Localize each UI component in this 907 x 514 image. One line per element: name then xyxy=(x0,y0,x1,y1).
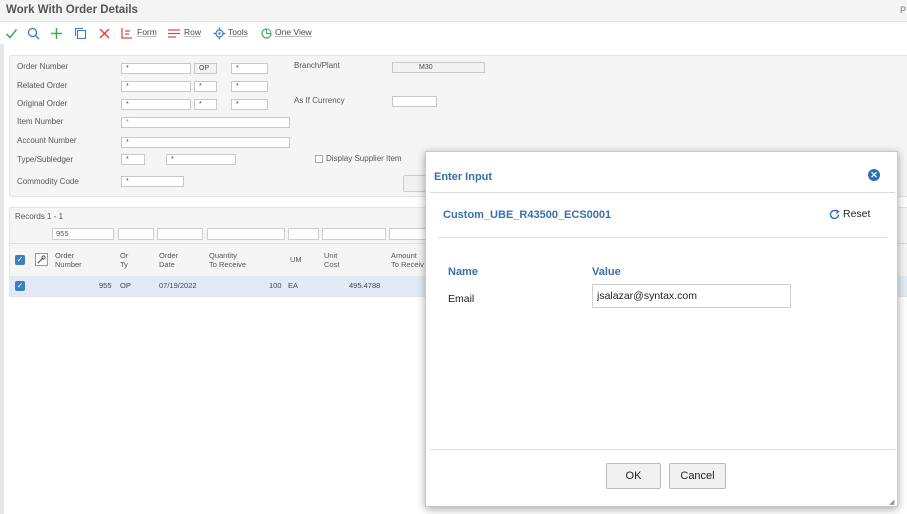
order-type-field[interactable]: OP xyxy=(194,63,217,74)
order-number-label: Order Number xyxy=(17,62,69,71)
related-type-field[interactable]: * xyxy=(194,81,217,92)
commodity-code-label: Commodity Code xyxy=(17,177,79,186)
column-header-order-date[interactable]: Order Date xyxy=(159,251,178,269)
qbe-order-date[interactable] xyxy=(157,228,203,240)
cell-order-number: 955 xyxy=(99,281,112,290)
qbe-quantity[interactable] xyxy=(207,228,285,240)
close-icon[interactable] xyxy=(96,25,112,41)
column-header-or-ty[interactable]: Or Ty xyxy=(120,251,128,269)
section-divider xyxy=(438,237,887,238)
account-number-field[interactable]: * xyxy=(121,137,290,148)
display-supplier-item-label: Display Supplier Item xyxy=(326,154,402,163)
cell-um: EA xyxy=(288,281,299,290)
column-header-amount[interactable]: Amount To Receiv xyxy=(391,251,424,269)
as-if-currency-label: As If Currency xyxy=(294,96,345,105)
column-header-um[interactable]: UM xyxy=(290,255,302,264)
refresh-icon xyxy=(829,208,840,219)
qbe-order-number[interactable]: 955 xyxy=(52,228,114,240)
original-type-field[interactable]: * xyxy=(194,99,217,110)
toolbar: Form Row Tools One View xyxy=(0,22,907,44)
form-menu-icon[interactable] xyxy=(119,25,135,41)
value-column-header: Value xyxy=(592,266,621,278)
branch-plant-label: Branch/Plant xyxy=(294,61,340,70)
resize-grip-icon[interactable]: ◢ xyxy=(889,498,894,506)
cell-unit-cost: 495.4788 xyxy=(349,281,381,290)
one-view-menu[interactable]: One View xyxy=(275,27,312,37)
qbe-amount[interactable] xyxy=(389,228,429,240)
related-order-label: Related Order xyxy=(17,81,68,90)
branch-plant-field[interactable]: M30 xyxy=(392,62,485,73)
one-view-icon[interactable] xyxy=(258,25,274,41)
title-bar-edge-text: P xyxy=(900,5,907,15)
form-menu[interactable]: Form xyxy=(137,27,157,37)
column-header-quantity[interactable]: Quantity To Receive xyxy=(209,251,246,269)
type-subledger-label: Type/Subledger xyxy=(17,155,74,164)
column-header-order-number[interactable]: Order Number xyxy=(55,251,82,269)
ok-button[interactable]: OK xyxy=(606,463,661,489)
dialog-divider xyxy=(430,192,895,193)
qbe-unit-cost[interactable] xyxy=(322,228,386,240)
enter-input-dialog: Enter Input ✕ Custom_UBE_R43500_ECS0001 … xyxy=(425,151,898,507)
row-checkbox[interactable]: ✓ xyxy=(15,281,25,291)
cell-order-date: 07/19/2022 xyxy=(159,281,197,290)
cancel-button[interactable]: Cancel xyxy=(669,463,726,489)
ube-name: Custom_UBE_R43500_ECS0001 xyxy=(443,209,612,221)
original-order-label: Original Order xyxy=(17,99,68,108)
tools-menu[interactable]: Tools xyxy=(228,27,248,37)
cell-quantity: 100 xyxy=(269,281,282,290)
records-count: Records 1 - 1 xyxy=(15,212,64,221)
wrench-icon[interactable] xyxy=(35,253,48,266)
original-company-field[interactable]: * xyxy=(231,99,268,110)
as-if-currency-field[interactable] xyxy=(392,96,437,107)
checkmark-icon[interactable] xyxy=(3,25,19,41)
left-edge-strip xyxy=(0,44,4,514)
email-field[interactable] xyxy=(592,284,791,308)
row-menu[interactable]: Row xyxy=(184,27,201,37)
item-number-field[interactable]: * xyxy=(121,117,290,128)
dialog-title: Enter Input xyxy=(434,171,493,183)
name-column-header: Name xyxy=(448,266,478,278)
qbe-um[interactable] xyxy=(288,228,319,240)
qbe-or-ty[interactable] xyxy=(118,228,154,240)
title-bar: Work With Order Details P xyxy=(0,0,907,22)
subledger-field[interactable]: * xyxy=(166,154,236,165)
related-company-field[interactable]: * xyxy=(231,81,268,92)
close-icon[interactable]: ✕ xyxy=(868,169,880,181)
account-number-label: Account Number xyxy=(17,136,77,145)
type-field[interactable]: * xyxy=(121,154,145,165)
related-order-field[interactable]: * xyxy=(121,81,191,92)
footer-divider xyxy=(430,449,895,450)
display-supplier-item-checkbox[interactable] xyxy=(315,155,323,163)
search-icon[interactable] xyxy=(25,25,41,41)
item-number-label: Item Number xyxy=(17,117,64,126)
copy-icon[interactable] xyxy=(72,25,88,41)
row-menu-icon[interactable] xyxy=(166,25,182,41)
email-label: Email xyxy=(448,293,475,305)
reset-label: Reset xyxy=(843,208,871,220)
cell-or-ty: OP xyxy=(120,281,131,290)
reset-button[interactable]: Reset xyxy=(829,208,870,220)
column-header-unit-cost[interactable]: Unit Cost xyxy=(324,251,339,269)
plus-icon[interactable] xyxy=(48,25,64,41)
commodity-code-field[interactable]: * xyxy=(121,176,184,187)
order-company-field[interactable]: * xyxy=(231,63,268,74)
original-order-field[interactable]: * xyxy=(121,99,191,110)
window-title: Work With Order Details xyxy=(6,4,138,16)
gear-icon[interactable] xyxy=(211,25,227,41)
order-number-field[interactable]: * xyxy=(121,63,191,74)
select-all-checkbox[interactable]: ✓ xyxy=(15,255,25,265)
